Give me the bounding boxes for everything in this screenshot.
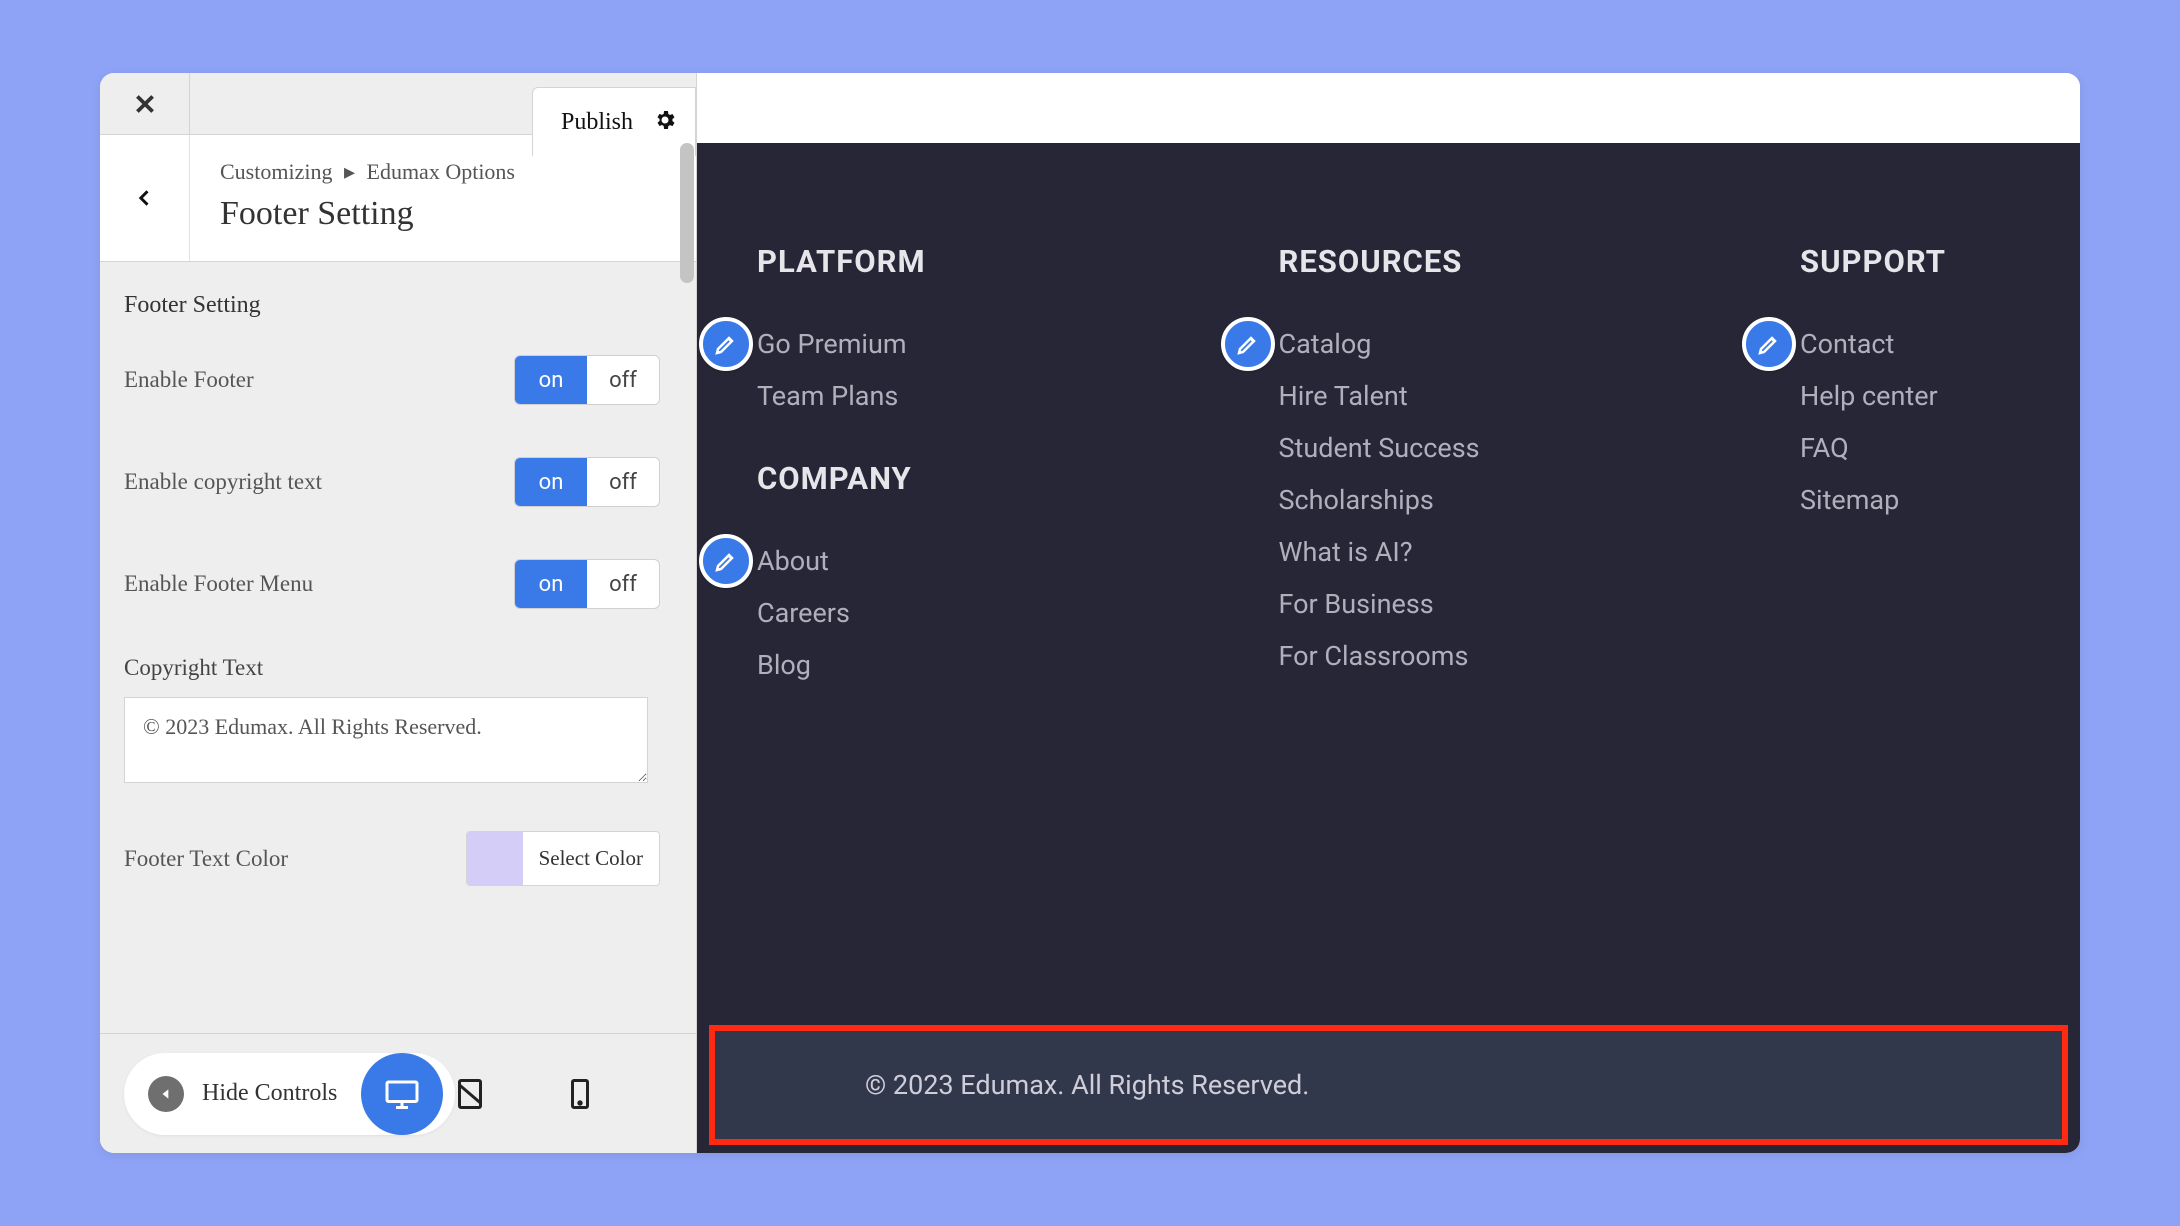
footer-col-resources: RESOURCES Catalog Hire Talent Student Su… — [1279, 243, 1499, 701]
toggle-row-enable-footer-menu: Enable Footer Menu on off — [100, 533, 696, 635]
footer-link[interactable]: Student Success — [1279, 432, 1480, 464]
footer-link[interactable]: Help center — [1800, 380, 1938, 412]
color-picker[interactable]: Select Color — [466, 831, 660, 886]
footer-link-item: Catalog — [1279, 328, 1499, 360]
device-tablet-button[interactable] — [429, 1053, 511, 1135]
back-button[interactable] — [100, 135, 190, 261]
select-color-button[interactable]: Select Color — [523, 832, 659, 885]
page-title: Footer Setting — [220, 195, 515, 233]
toggle-off[interactable]: off — [587, 356, 659, 404]
preview-top-spacer — [697, 73, 2080, 143]
copyright-text-label: Copyright Text — [100, 635, 696, 697]
device-mobile-button[interactable] — [539, 1053, 621, 1135]
toggle-off[interactable]: off — [587, 458, 659, 506]
customizer-sidebar: Publish Customizing ▸ Edumax Options Foo… — [100, 73, 697, 1153]
section-title: Footer Setting — [100, 262, 696, 329]
footer-heading: PLATFORM — [757, 243, 977, 280]
footer-link[interactable]: Sitemap — [1800, 484, 1899, 516]
toggle-enable-footer[interactable]: on off — [514, 355, 660, 405]
footer-heading: RESOURCES — [1279, 243, 1499, 280]
sidebar-top-bar: Publish — [100, 73, 696, 135]
breadcrumb-separator-icon: ▸ — [344, 159, 355, 184]
footer-link[interactable]: About — [757, 545, 829, 577]
footer-link[interactable]: Contact — [1800, 328, 1894, 360]
edit-shortcut-icon[interactable] — [1742, 317, 1796, 371]
customizer-window: Publish Customizing ▸ Edumax Options Foo… — [100, 73, 2080, 1153]
color-row: Footer Text Color Select Color — [100, 787, 696, 914]
toggle-off[interactable]: off — [587, 560, 659, 608]
toggle-label: Enable copyright text — [124, 469, 322, 495]
edit-shortcut-icon[interactable] — [1221, 317, 1275, 371]
toggle-row-enable-footer: Enable Footer on off — [100, 329, 696, 431]
color-swatch[interactable] — [467, 832, 523, 885]
footer-link[interactable]: Catalog — [1279, 328, 1372, 360]
bottom-controls: Hide Controls — [100, 1033, 696, 1153]
publish-button[interactable]: Publish — [561, 109, 633, 136]
site-footer: PLATFORM Go Premium Team Plans COMPANY A… — [697, 143, 2080, 1153]
gear-icon[interactable] — [653, 108, 677, 136]
toggle-on[interactable]: on — [515, 356, 587, 404]
preview-pane: PLATFORM Go Premium Team Plans COMPANY A… — [697, 73, 2080, 1153]
desktop-icon — [384, 1076, 420, 1112]
footer-link[interactable]: Scholarships — [1279, 484, 1434, 516]
footer-link[interactable]: For Classrooms — [1279, 640, 1469, 672]
toggle-on[interactable]: on — [515, 560, 587, 608]
breadcrumb-parent: Customizing — [220, 159, 332, 184]
toggle-label: Enable Footer Menu — [124, 571, 313, 597]
toggle-enable-footer-menu[interactable]: on off — [514, 559, 660, 609]
footer-link[interactable]: What is AI? — [1279, 536, 1413, 568]
footer-heading: COMPANY — [757, 460, 977, 497]
copyright-bar: © 2023 Edumax. All Rights Reserved. — [709, 1025, 2068, 1145]
footer-link-item: Contact — [1800, 328, 2020, 360]
footer-link[interactable]: Blog — [757, 649, 811, 681]
breadcrumb-text: Customizing ▸ Edumax Options Footer Sett… — [190, 135, 545, 261]
copyright-text-input[interactable] — [124, 697, 648, 783]
close-button[interactable] — [100, 73, 190, 135]
footer-link[interactable]: Go Premium — [757, 328, 907, 360]
footer-link-item: Go Premium — [757, 328, 977, 360]
footer-link[interactable]: Careers — [757, 597, 850, 629]
hide-controls-label: Hide Controls — [202, 1080, 337, 1107]
hide-controls-pill[interactable]: Hide Controls — [124, 1053, 455, 1135]
tablet-icon — [452, 1076, 488, 1112]
footer-columns: PLATFORM Go Premium Team Plans COMPANY A… — [757, 243, 2020, 701]
hide-controls-icon — [148, 1076, 184, 1112]
footer-link[interactable]: Hire Talent — [1279, 380, 1408, 412]
footer-link-item: About — [757, 545, 977, 577]
toggle-label: Enable Footer — [124, 367, 254, 393]
toggle-on[interactable]: on — [515, 458, 587, 506]
footer-heading: SUPPORT — [1800, 243, 2020, 280]
toggle-row-enable-copyright: Enable copyright text on off — [100, 431, 696, 533]
settings-body[interactable]: Footer Setting Enable Footer on off Enab… — [100, 262, 696, 1033]
footer-link[interactable]: Team Plans — [757, 380, 898, 412]
footer-col-support: SUPPORT Contact Help center FAQ Sitemap — [1800, 243, 2020, 701]
chevron-left-icon — [135, 184, 155, 212]
footer-link[interactable]: For Business — [1279, 588, 1434, 620]
publish-group: Publish — [532, 87, 696, 156]
footer-link[interactable]: FAQ — [1800, 432, 1849, 464]
close-icon — [132, 91, 158, 117]
copyright-text: © 2023 Edumax. All Rights Reserved. — [865, 1069, 1309, 1101]
edit-shortcut-icon[interactable] — [699, 317, 753, 371]
breadcrumb-child: Edumax Options — [367, 159, 516, 184]
footer-col-platform: PLATFORM Go Premium Team Plans COMPANY A… — [757, 243, 977, 701]
mobile-icon — [562, 1076, 598, 1112]
color-label: Footer Text Color — [124, 846, 288, 872]
edit-shortcut-icon[interactable] — [699, 534, 753, 588]
toggle-enable-copyright[interactable]: on off — [514, 457, 660, 507]
